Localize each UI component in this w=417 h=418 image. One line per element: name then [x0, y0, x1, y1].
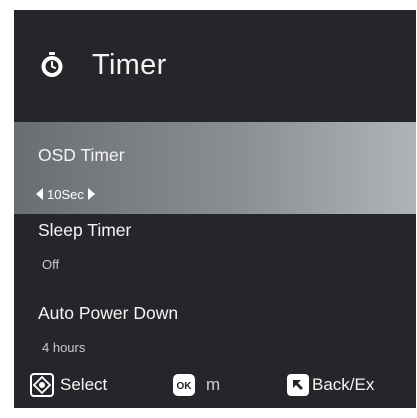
arrow-left-icon[interactable] — [36, 188, 43, 200]
stopwatch-icon — [41, 52, 63, 77]
menu-item-label: Sleep Timer — [38, 220, 132, 240]
menu-item-label: OSD Timer — [38, 145, 125, 165]
osd-timer-value: 10Sec — [47, 186, 84, 202]
menu-item-value: 4 hours — [42, 340, 86, 355]
page-title: Timer — [92, 49, 167, 81]
button-hint-bar: Select OK m Back/Ex — [14, 366, 416, 408]
hint-back: Back/Ex — [286, 372, 374, 398]
menu-item-sleep-timer[interactable]: Sleep Timer Off — [14, 214, 416, 296]
menu-item-osd-timer[interactable]: OSD Timer 10Sec — [14, 122, 416, 214]
arrow-right-icon[interactable] — [87, 188, 95, 200]
hint-ok-label: m — [206, 375, 221, 394]
svg-text:OK: OK — [177, 381, 193, 392]
menu-item-auto-power-down[interactable]: Auto Power Down 4 hours — [14, 296, 416, 366]
hint-back-label: Back/Ex — [312, 375, 375, 394]
osd-timer-selector[interactable]: 10Sec — [36, 185, 95, 203]
hint-select: Select — [30, 372, 107, 398]
menu-item-label: Auto Power Down — [38, 303, 179, 323]
back-icon — [287, 374, 309, 396]
dpad-icon — [30, 373, 54, 397]
timer-menu-panel: Timer OSD Timer 10Sec Sleep Timer Off Au… — [14, 10, 416, 408]
menu-header: Timer — [14, 10, 416, 122]
hint-select-label: Select — [60, 375, 108, 394]
hint-ok: OK m — [172, 372, 220, 398]
menu-item-value: Off — [42, 257, 60, 272]
ok-button-icon: OK — [173, 374, 195, 396]
